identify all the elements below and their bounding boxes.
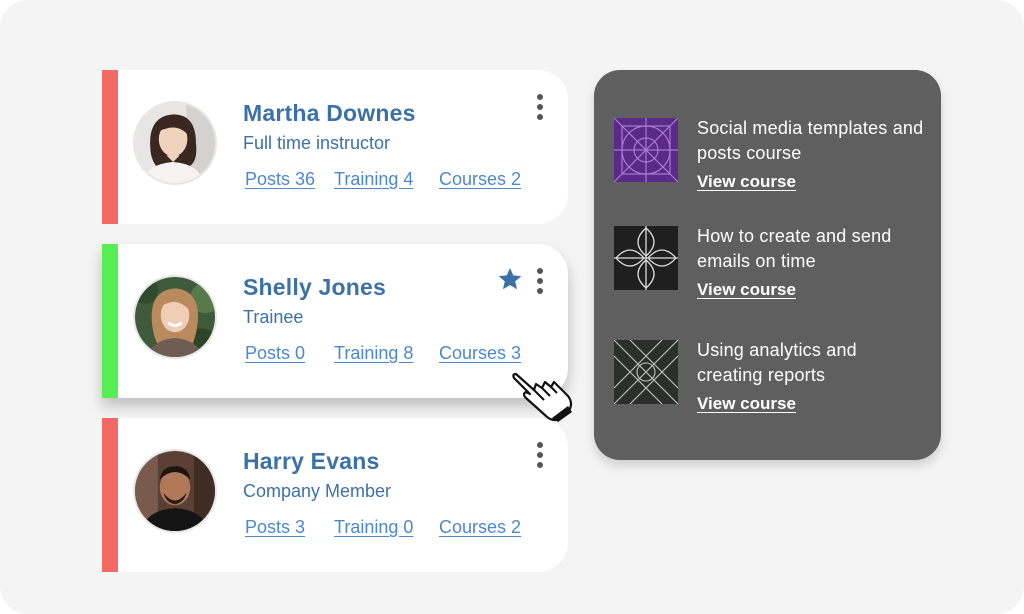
courses-link[interactable]: Courses 3 [439, 343, 521, 364]
course-thumbnail [614, 118, 678, 182]
avatar [133, 275, 217, 359]
courses-panel: Social media templates and posts course … [594, 70, 941, 460]
posts-link[interactable]: Posts 3 [245, 517, 305, 538]
course-title: Using analytics and creating reports [697, 340, 857, 385]
course-item[interactable]: Social media templates and posts course … [614, 116, 934, 216]
member-card[interactable]: Martha Downes Full time instructor Posts… [102, 70, 568, 224]
training-link[interactable]: Training 8 [334, 343, 413, 364]
courses-link[interactable]: Courses 2 [439, 169, 521, 190]
more-vertical-icon[interactable] [532, 268, 548, 294]
status-indicator [102, 244, 118, 398]
more-vertical-icon[interactable] [532, 94, 548, 120]
member-role: Full time instructor [243, 133, 391, 153]
status-indicator [102, 70, 118, 224]
more-vertical-icon[interactable] [532, 442, 548, 468]
star-icon[interactable] [497, 266, 523, 292]
member-name[interactable]: Shelly Jones [243, 274, 386, 301]
course-thumbnail [614, 226, 678, 290]
avatar [133, 101, 217, 185]
training-link[interactable]: Training 0 [334, 517, 413, 538]
view-course-link[interactable]: View course [697, 280, 796, 300]
hand-pointer-icon [512, 372, 573, 422]
course-title: Social media templates and posts course [697, 118, 924, 163]
avatar [133, 449, 217, 533]
courses-link[interactable]: Courses 2 [439, 517, 521, 538]
view-course-link[interactable]: View course [697, 172, 796, 192]
course-thumbnail [614, 340, 678, 404]
training-link[interactable]: Training 4 [334, 169, 413, 190]
posts-link[interactable]: Posts 36 [245, 169, 315, 190]
course-item[interactable]: Using analytics and creating reports Vie… [614, 338, 934, 438]
member-role: Company Member [243, 481, 392, 501]
course-title: How to create and send emails on time [697, 226, 892, 271]
member-card[interactable]: Harry Evans Company Member Posts 3 Train… [102, 418, 568, 572]
posts-link[interactable]: Posts 0 [245, 343, 305, 364]
member-name[interactable]: Martha Downes [243, 100, 416, 127]
member-card[interactable]: Shelly Jones Trainee Posts 0 Training 8 … [102, 244, 568, 398]
member-role: Trainee [243, 307, 304, 327]
canvas: Martha Downes Full time instructor Posts… [0, 0, 1024, 614]
member-name[interactable]: Harry Evans [243, 448, 379, 475]
view-course-link[interactable]: View course [697, 394, 796, 414]
course-item[interactable]: How to create and send emails on time Vi… [614, 224, 934, 324]
status-indicator [102, 418, 118, 572]
